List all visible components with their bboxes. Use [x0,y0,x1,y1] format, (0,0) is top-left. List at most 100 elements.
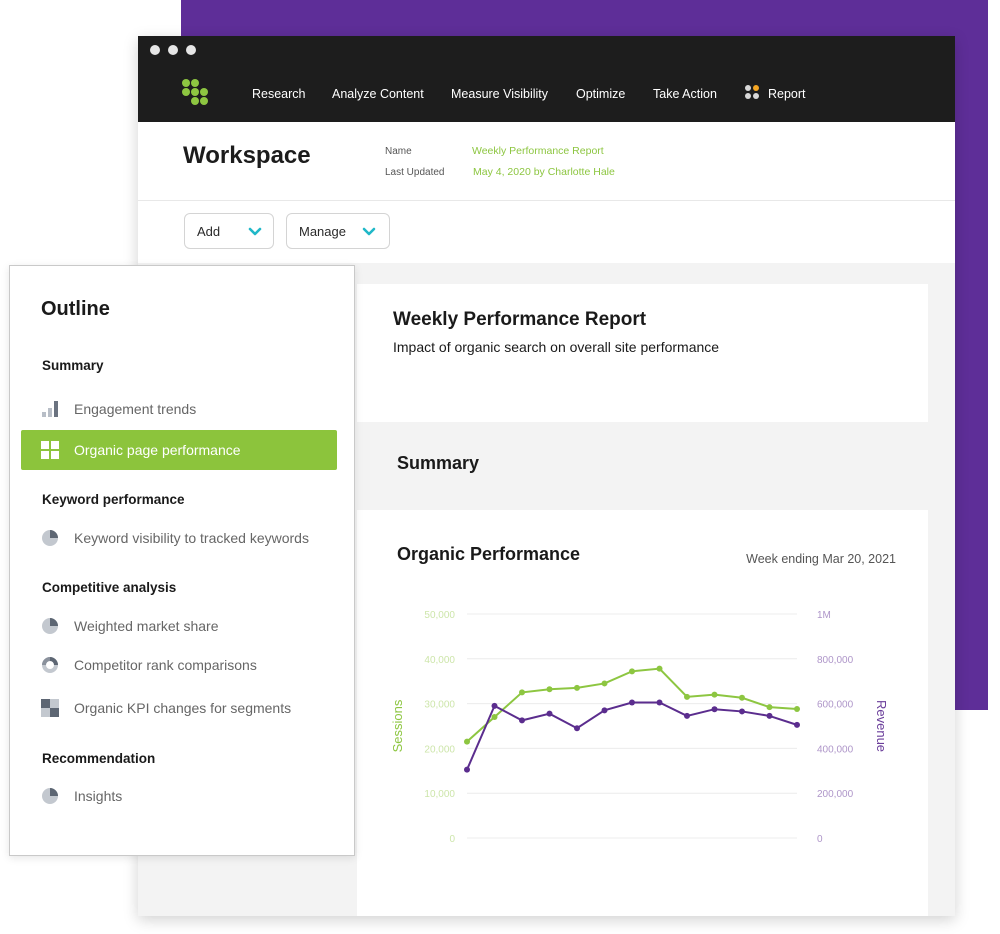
outline-item-competitor-rank[interactable]: Competitor rank comparisons [21,645,337,685]
outline-item-label: Competitor rank comparisons [74,657,257,673]
outline-item-organic-kpi-changes[interactable]: Organic KPI changes for segments [21,688,337,728]
report-title: Weekly Performance Report [393,309,647,330]
report-icon [745,85,761,101]
data-point-sessions [546,686,553,693]
data-point-revenue [794,721,800,728]
outline-title: Outline [41,298,110,320]
last-updated-value: May 4, 2020 by Charlotte Hale [473,166,615,178]
data-point-revenue [491,702,498,709]
window-close-dot[interactable] [150,45,160,55]
series-line-revenue [466,701,798,771]
data-point-sessions [656,665,663,672]
title-bar [138,36,955,64]
data-point-sessions [711,691,718,698]
pie-chart-icon [42,618,58,634]
heatmap-icon [41,699,59,717]
nav-optimize[interactable]: Optimize [576,87,625,101]
left-tick-label: 10,000 [424,789,455,800]
data-point-sessions [491,714,498,721]
outline-item-insights[interactable]: Insights [21,776,337,816]
left-tick-label: 30,000 [424,700,455,711]
data-point-revenue [464,766,470,773]
outline-item-label: Engagement trends [74,401,197,417]
data-point-revenue [629,699,635,706]
window-minimize-dot[interactable] [168,45,178,55]
outline-item-label: Keyword visibility to tracked keywords [74,530,309,546]
data-point-sessions [794,705,800,712]
data-point-revenue [711,706,718,713]
last-updated-label: Last Updated [385,167,445,178]
pie-chart-icon [42,788,58,804]
right-tick-label: 200,000 [817,789,854,800]
workspace-header: Workspace Name Weekly Performance Report… [138,122,955,201]
nav-report[interactable]: Report [768,87,806,101]
left-axis-label: Sessions [390,699,405,752]
outline-item-keyword-visibility[interactable]: Keyword visibility to tracked keywords [21,518,337,558]
logo-icon[interactable] [182,79,216,109]
right-tick-label: 800,000 [817,655,854,666]
data-point-sessions [574,684,580,691]
left-tick-label: 40,000 [424,655,455,666]
page-title: Workspace [183,142,311,169]
data-point-sessions [766,704,773,711]
data-point-revenue [574,725,580,732]
nav-take-action[interactable]: Take Action [653,87,717,101]
outline-section-keyword-performance: Keyword performance [42,492,185,507]
left-tick-label: 0 [449,834,455,845]
data-point-sessions [739,694,745,701]
outline-section-recommendation: Recommendation [42,751,156,766]
outline-item-organic-page-performance[interactable]: Organic page performance [21,430,337,470]
grid-icon [41,441,59,459]
summary-heading: Summary [397,453,480,473]
report-name-value[interactable]: Weekly Performance Report [472,145,604,157]
nav-research[interactable]: Research [252,87,306,101]
data-point-sessions [684,693,690,700]
add-dropdown-label: Add [197,224,221,239]
data-point-revenue [519,717,525,724]
nav-analyze-content[interactable]: Analyze Content [332,87,424,101]
outline-section-competitive-analysis: Competitive analysis [42,580,177,595]
name-label: Name [385,146,412,157]
data-point-sessions [629,668,635,675]
right-axis-label: Revenue [874,700,889,752]
donut-chart-icon [42,657,58,673]
outline-item-label: Insights [74,788,123,804]
data-point-revenue [656,699,663,706]
report-header-card: Weekly Performance Report Impact of orga… [357,284,928,422]
data-point-revenue [601,707,608,714]
outline-item-label: Organic KPI changes for segments [74,700,292,716]
manage-dropdown-label: Manage [299,224,346,239]
manage-dropdown[interactable]: Manage [286,213,390,249]
data-point-sessions [464,738,470,745]
action-bar: Add Manage [138,201,955,263]
right-tick-label: 400,000 [817,744,854,755]
add-dropdown[interactable]: Add [184,213,274,249]
right-tick-label: 600,000 [817,700,854,711]
outline-item-engagement-trends[interactable]: Engagement trends [21,389,337,429]
outline-item-label: Organic page performance [74,442,241,458]
data-point-sessions [519,689,525,696]
data-point-sessions [601,680,608,687]
pie-chart-icon [42,530,58,546]
data-point-revenue [684,712,690,719]
window-maximize-dot[interactable] [186,45,196,55]
chevron-down-icon [248,227,262,236]
left-tick-label: 20,000 [424,744,455,755]
bar-chart-icon [42,401,58,417]
left-tick-label: 50,000 [424,610,455,621]
data-point-revenue [766,712,773,719]
data-point-revenue [739,708,745,715]
nav-measure-visibility[interactable]: Measure Visibility [451,87,548,101]
right-tick-label: 0 [817,834,823,845]
chevron-down-icon [362,227,376,236]
outline-item-weighted-market-share[interactable]: Weighted market share [21,606,337,646]
data-point-revenue [546,710,553,717]
outline-item-label: Weighted market share [74,618,219,634]
top-nav: Research Analyze Content Measure Visibil… [138,64,955,122]
outline-panel: Outline Summary Engagement trends Organi… [9,265,355,856]
organic-performance-card: Organic Performance Week ending Mar 20, … [357,510,928,916]
report-subtitle: Impact of organic search on overall site… [393,339,720,355]
outline-section-summary: Summary [42,358,104,373]
right-tick-label: 1M [817,610,831,621]
organic-performance-chart: 0 0 10,000 200,000 20,000 400,000 30,000 600,00… [390,610,889,845]
